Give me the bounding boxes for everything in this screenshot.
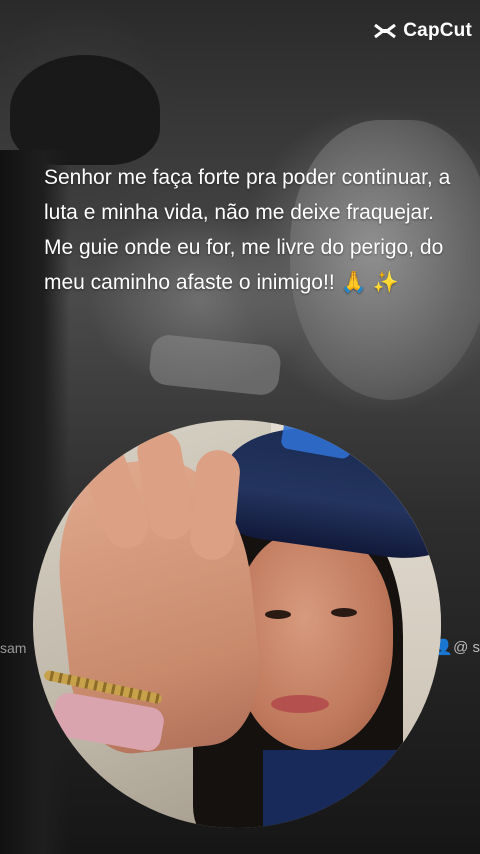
circular-portrait-photo	[33, 420, 441, 828]
capcut-watermark: CapCut	[373, 20, 472, 42]
capcut-logo-icon	[373, 22, 397, 40]
background-username-fragment-left: sam	[0, 640, 27, 656]
background-username-fragment-right: 👤@ s	[434, 639, 480, 656]
prayer-caption-text: Senhor me faça forte pra poder continuar…	[44, 166, 451, 294]
capcut-brand-name: CapCut	[403, 20, 472, 41]
background-watch-shape	[147, 333, 283, 397]
photo-lips	[271, 695, 329, 713]
photo-eye-left	[265, 610, 291, 619]
photo-eye-right	[331, 608, 357, 617]
photo-shirt	[263, 750, 441, 828]
background-cap-shape	[10, 55, 160, 165]
